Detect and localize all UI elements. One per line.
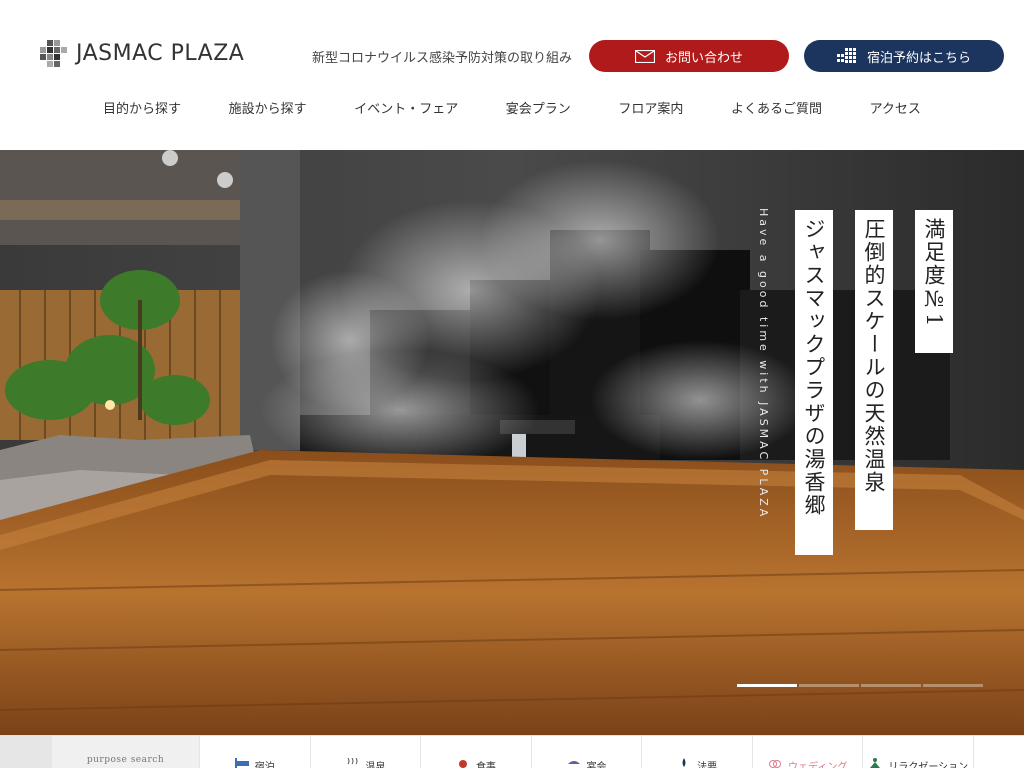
hero-catch-2: 圧倒的スケールの天然温泉 [855,210,893,530]
purpose-item-banquet[interactable]: 宴会 [532,736,643,768]
nav-item-banquet[interactable]: 宴会プラン [483,92,594,122]
purpose-item-label: リラクゼーション [888,762,969,768]
purpose-search-bar: purpose search 宿泊 温泉 食事 宴会 法要 ウェディング リラク… [0,735,1024,768]
logo-mark-icon [40,40,67,67]
nav-item-facilities[interactable]: 施設から探す [206,92,330,122]
nav-item-purpose[interactable]: 目的から探す [80,92,204,122]
hero-catch-3: ジャスマックプラザの湯香郷 [795,210,833,555]
slider-dot-4[interactable] [923,684,983,687]
purpose-item-label: 宴会 [586,762,607,768]
covid-notice-link[interactable]: 新型コロナウイルス感染予防対策の取り組み [312,47,597,66]
purpose-item-label: 温泉 [365,762,386,768]
purpose-item-hot-spring[interactable]: 温泉 [311,736,422,768]
banquet-icon [567,761,580,764]
logo-text: JASMAC PLAZA [76,40,245,66]
reserve-button[interactable]: 宿泊予約はこちら [804,40,1004,72]
main-nav: 目的から探す 施設から探す イベント・フェア 宴会プラン フロア案内 よくあるご… [80,92,944,122]
contact-button-label: お問い合わせ [664,50,743,66]
slider-dot-3[interactable] [861,684,921,687]
purpose-item-memorial[interactable]: 法要 [642,736,753,768]
mail-icon [634,49,655,63]
purpose-search-label: purpose search [52,736,199,768]
purpose-item-wedding[interactable]: ウェディング [753,736,864,768]
contact-button[interactable]: お問い合わせ [589,40,789,72]
nav-item-access[interactable]: アクセス [847,92,944,122]
bed-icon [234,758,249,768]
slider-indicator [737,684,983,687]
wedding-icon [769,760,782,768]
purpose-item-label: 法要 [697,762,718,768]
site-header: JASMAC PLAZA 新型コロナウイルス感染予防対策の取り組み お問い合わせ… [0,0,1024,150]
purpose-item-relaxation[interactable]: リラクゼーション [863,736,975,768]
purpose-item-label: ウェディング [788,762,848,768]
hero-catch-1: 満足度№1 [915,210,953,353]
dining-icon [458,760,467,768]
hero-slider: Have a good time with JASMAC PLAZA 満足度№1… [0,150,1024,735]
reserve-button-label: 宿泊予約はこちら [866,50,971,66]
hot-spring-icon [347,758,358,765]
purpose-item-dining[interactable]: 食事 [421,736,532,768]
nav-item-events[interactable]: イベント・フェア [331,92,481,122]
building-icon [836,48,857,64]
site-logo[interactable]: JASMAC PLAZA [38,38,244,68]
purpose-items: 宿泊 温泉 食事 宴会 法要 ウェディング リラクゼーション [199,736,975,768]
purpose-item-label: 食事 [475,762,496,768]
memorial-icon [682,758,686,767]
nav-item-floor-guide[interactable]: フロア案内 [595,92,706,122]
purpose-left-block [0,736,52,768]
hero-tagline: Have a good time with JASMAC PLAZA [757,208,770,520]
relaxation-icon [870,758,881,768]
slider-dot-1[interactable] [737,684,797,687]
slider-dot-2[interactable] [799,684,859,687]
purpose-item-stay[interactable]: 宿泊 [199,736,311,768]
nav-item-faq[interactable]: よくあるご質問 [708,92,845,122]
purpose-item-label: 宿泊 [254,762,275,768]
